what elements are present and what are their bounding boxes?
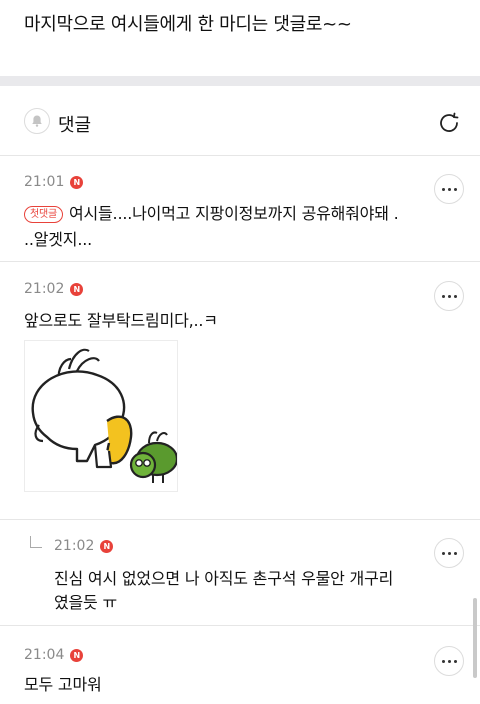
comment-text: 모두 고마워 — [24, 675, 102, 694]
section-divider — [0, 76, 480, 86]
comment-more-button[interactable] — [434, 281, 464, 311]
comment-time: 21:01 — [24, 174, 65, 190]
first-comment-tag: 첫댓글 — [24, 206, 63, 223]
comment-more-button[interactable] — [434, 538, 464, 568]
new-badge: N — [70, 648, 84, 662]
comment-text: 첫댓글 여시들....나이먹고 지팡이정보까지 공유해줘야돼 . — [24, 201, 444, 227]
bell-icon — [32, 115, 42, 127]
scrollbar[interactable] — [473, 598, 477, 678]
reply-arrow-icon — [30, 536, 42, 548]
comment-more-button[interactable] — [434, 646, 464, 676]
comment-meta: 21:04 N — [24, 647, 84, 663]
comment-sticker-image[interactable] — [24, 340, 179, 492]
comment-meta: 21:02 N — [54, 538, 114, 554]
comment-text-line2: 였을듯 ㅠ — [54, 593, 117, 612]
comment-meta: 21:01 N — [24, 174, 84, 190]
more-dots-icon — [441, 294, 445, 298]
comment-text: 앞으로도 잘부탁드림미다,..ㅋ — [24, 311, 218, 330]
comment-more-button[interactable] — [434, 174, 464, 204]
comment-time: 21:02 — [54, 538, 95, 554]
post-closing-text: 마지막으로 여시들에게 한 마디는 댓글로~~ — [24, 14, 352, 35]
more-dots-icon — [441, 187, 445, 191]
comment-text: 진심 여시 없었으면 나 아직도 촌구석 우물안 개구리 — [54, 569, 394, 588]
comment-text-line2: ..알겟지... — [24, 230, 92, 249]
more-dots-icon — [441, 551, 445, 555]
new-badge: N — [70, 282, 84, 296]
comments-title: 댓글 — [58, 115, 92, 136]
comment-time: 21:02 — [24, 281, 65, 297]
post-tail: 마지막으로 여시들에게 한 마디는 댓글로~~ — [0, 0, 480, 76]
refresh-button[interactable] — [436, 110, 462, 136]
new-badge: N — [70, 175, 84, 189]
more-dots-icon — [441, 659, 445, 663]
comment-time: 21:04 — [24, 647, 65, 663]
sticker-illustration — [31, 348, 179, 483]
comment-meta: 21:02 N — [24, 281, 84, 297]
notification-bell-button[interactable] — [24, 108, 50, 134]
new-badge: N — [100, 539, 114, 553]
refresh-icon — [440, 112, 459, 132]
